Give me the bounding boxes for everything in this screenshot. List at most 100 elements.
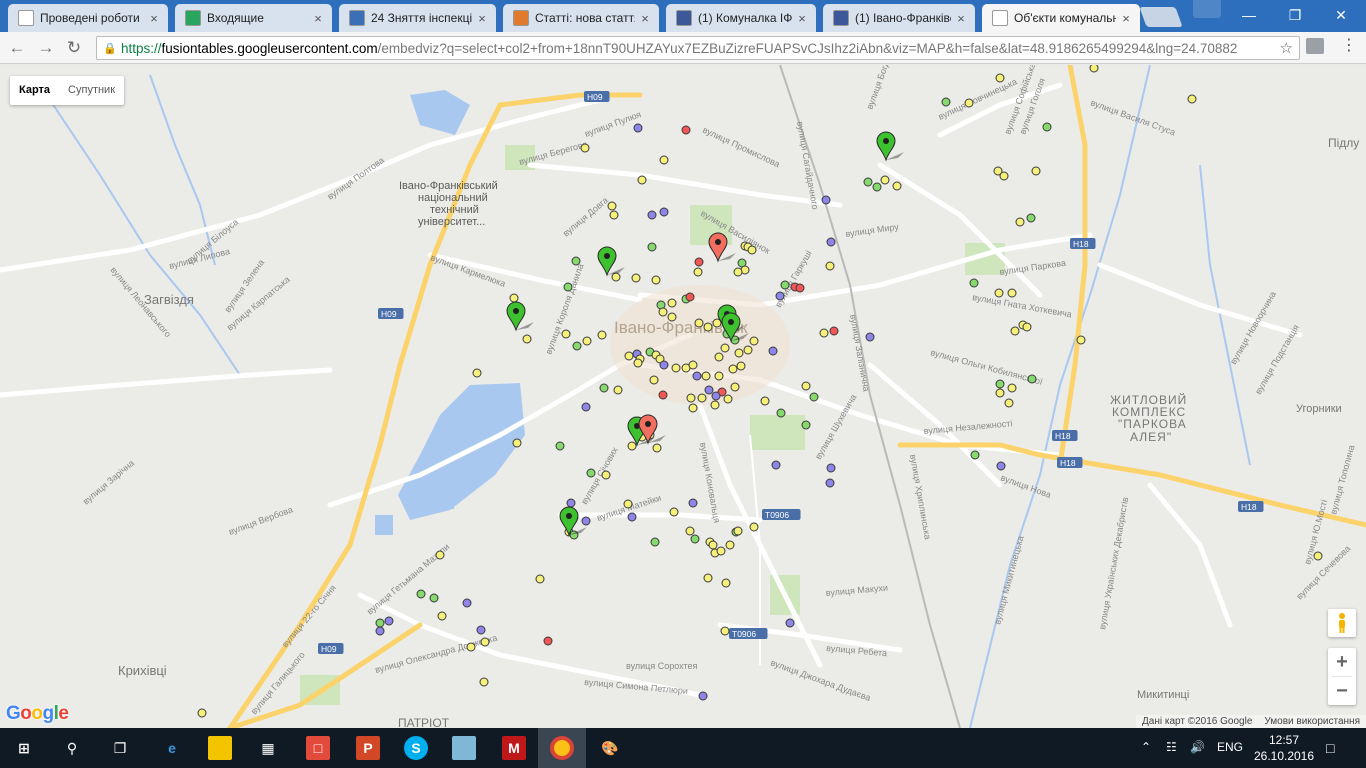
map-marker-dot[interactable] (819, 328, 829, 338)
map-marker-dot[interactable] (688, 498, 698, 508)
terms-link[interactable]: Умови використання (1264, 715, 1360, 728)
map-marker-dot[interactable] (826, 463, 836, 473)
tab-2[interactable]: Входящие × (175, 4, 332, 32)
map-marker-dot[interactable] (1010, 326, 1020, 336)
map-marker-dot[interactable] (197, 708, 207, 718)
map-marker-dot[interactable] (658, 307, 668, 317)
map-marker-dot[interactable] (1187, 94, 1197, 104)
map-canvas[interactable]: Загвіздя Крихівці Угорники Микитинці Підлу ПА… (0, 65, 1366, 728)
map-marker-dot[interactable] (1027, 374, 1037, 384)
map-marker-dot[interactable] (690, 534, 700, 544)
map-marker-dot[interactable] (733, 267, 743, 277)
map-marker-dot[interactable] (685, 292, 695, 302)
map-marker-dot[interactable] (749, 336, 759, 346)
map-marker-dot[interactable] (826, 237, 836, 247)
map-marker-dot[interactable] (692, 371, 702, 381)
map-marker-dot[interactable] (627, 512, 637, 522)
map-marker-dot[interactable] (970, 450, 980, 460)
tab-5[interactable]: (1) Комуналка ІФ × (666, 4, 816, 32)
map-marker-dot[interactable] (375, 618, 385, 628)
map-marker-dot[interactable] (466, 642, 476, 652)
map-marker-dot[interactable] (609, 210, 619, 220)
map-marker-dot[interactable] (999, 171, 1009, 181)
map-marker-dot[interactable] (647, 242, 657, 252)
map-marker-dot[interactable] (580, 143, 590, 153)
tab-4[interactable]: Статті: нова стаття × (503, 4, 659, 32)
map-marker-dot[interactable] (996, 461, 1006, 471)
map-marker-dot[interactable] (995, 388, 1005, 398)
maximize-icon[interactable]: ❐ (1272, 0, 1318, 30)
map-marker-dot[interactable] (747, 245, 757, 255)
map-marker-dot[interactable] (561, 329, 571, 339)
map-marker-dot[interactable] (601, 470, 611, 480)
map-marker-dot[interactable] (1007, 383, 1017, 393)
map-marker-dot[interactable] (941, 97, 951, 107)
map-marker-dot[interactable] (611, 272, 621, 282)
map-marker-dot[interactable] (821, 195, 831, 205)
map-marker-dot[interactable] (880, 175, 890, 185)
map-marker-dot[interactable] (671, 363, 681, 373)
map-marker-dot[interactable] (994, 288, 1004, 298)
map-marker-dot[interactable] (703, 322, 713, 332)
profile-icon[interactable] (1193, 0, 1221, 18)
map-marker-dot[interactable] (749, 522, 759, 532)
map-marker-dot[interactable] (1004, 398, 1014, 408)
tab-1[interactable]: Проведені роботи × (8, 4, 168, 32)
map-marker-dot[interactable] (716, 546, 726, 556)
map-marker-dot[interactable] (429, 593, 439, 603)
map-marker-dot[interactable] (669, 507, 679, 517)
google-logo[interactable]: Google (6, 703, 69, 725)
map-type-map-button[interactable]: Карта (10, 76, 59, 105)
map-marker-dot[interactable] (760, 396, 770, 406)
map-marker-dot[interactable] (479, 677, 489, 687)
street-view-pegman[interactable] (1328, 609, 1356, 637)
map-marker-dot[interactable] (651, 275, 661, 285)
map-marker-dot[interactable] (586, 468, 596, 478)
map-marker-dot[interactable] (1089, 65, 1099, 73)
forward-icon[interactable]: → (35, 38, 57, 58)
map-pin-marker[interactable] (506, 301, 534, 332)
language-indicator[interactable]: ENG (1217, 740, 1243, 754)
map-marker-dot[interactable] (698, 691, 708, 701)
map-marker-dot[interactable] (597, 330, 607, 340)
tray-chevron-icon[interactable]: ⌃ (1141, 740, 1151, 754)
tab-7[interactable]: Об'єкти комунальн × (982, 4, 1140, 32)
map-marker-dot[interactable] (555, 441, 565, 451)
map-pin-marker[interactable] (597, 246, 625, 277)
map-marker-dot[interactable] (995, 379, 1005, 389)
map-marker-dot[interactable] (472, 368, 482, 378)
map-marker-dot[interactable] (633, 358, 643, 368)
map-marker-dot[interactable] (509, 293, 519, 303)
map-marker-dot[interactable] (647, 210, 657, 220)
volume-icon[interactable]: 🔊 (1190, 740, 1205, 754)
map-marker-dot[interactable] (829, 326, 839, 336)
map-marker-dot[interactable] (599, 383, 609, 393)
cast-extension-icon[interactable] (1306, 38, 1324, 54)
map-marker-dot[interactable] (613, 385, 623, 395)
mcafee-icon[interactable]: M (502, 736, 526, 760)
map-marker-dot[interactable] (720, 626, 730, 636)
map-marker-dot[interactable] (743, 345, 753, 355)
map-marker-dot[interactable] (667, 312, 677, 322)
map-marker-dot[interactable] (710, 400, 720, 410)
map-marker-dot[interactable] (375, 626, 385, 636)
map-marker-dot[interactable] (733, 526, 743, 536)
map-marker-dot[interactable] (1026, 213, 1036, 223)
map-marker-dot[interactable] (437, 611, 447, 621)
close-window-icon[interactable]: ✕ (1318, 0, 1364, 30)
map-marker-dot[interactable] (1042, 122, 1052, 132)
map-marker-dot[interactable] (659, 207, 669, 217)
map-marker-dot[interactable] (801, 420, 811, 430)
map-marker-dot[interactable] (736, 361, 746, 371)
map-marker-dot[interactable] (704, 385, 714, 395)
tab-close-icon[interactable]: × (796, 11, 808, 26)
map-marker-dot[interactable] (721, 578, 731, 588)
tab-close-icon[interactable]: × (955, 11, 967, 26)
map-marker-dot[interactable] (714, 352, 724, 362)
map-marker-dot[interactable] (462, 598, 472, 608)
tab-close-icon[interactable]: × (639, 11, 651, 26)
tab-3[interactable]: 24 Зняття інспекцією × (339, 4, 496, 32)
map-marker-dot[interactable] (1031, 166, 1041, 176)
tab-6[interactable]: (1) Івано-Франківс × (823, 4, 975, 32)
map-marker-dot[interactable] (688, 403, 698, 413)
